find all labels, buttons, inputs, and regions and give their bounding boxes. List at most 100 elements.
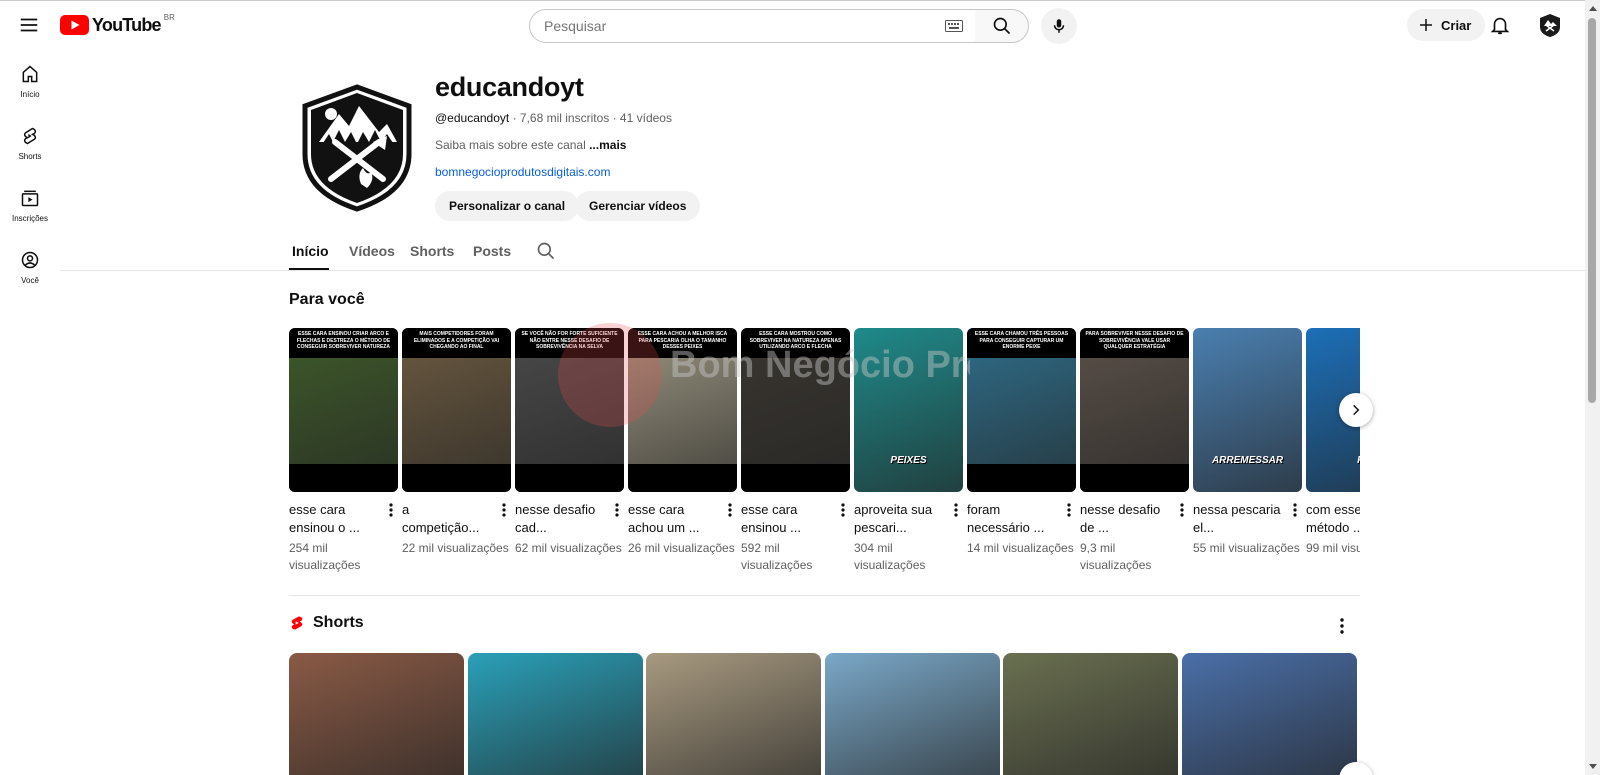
video-thumbnail[interactable]: esse cara achou a melhor isca para pesca… — [628, 328, 737, 492]
voice-search-button[interactable] — [1041, 8, 1077, 44]
channel-search-icon[interactable] — [536, 241, 556, 261]
youtube-logo[interactable]: YouTube BR — [60, 13, 175, 36]
video-title[interactable]: esse cara ensinou o ... — [289, 501, 377, 537]
video-title[interactable]: nessa pescaria el... — [1193, 501, 1281, 537]
account-avatar[interactable] — [1537, 12, 1563, 38]
video-card[interactable]: esse cara chamou três pessoas para conse… — [967, 328, 1076, 557]
video-card[interactable]: mais competidores foram eliminados e a c… — [402, 328, 511, 557]
thumbnail-caption: esse cara chamou três pessoas para conse… — [974, 331, 1069, 350]
tab-videos[interactable]: Vídeos — [349, 243, 395, 259]
view-count: 26 mil visualizações — [628, 541, 735, 555]
short-thumbnail[interactable] — [1181, 653, 1357, 775]
short-thumbnail[interactable] — [824, 653, 1000, 775]
customize-channel-button[interactable]: Personalizar o canal — [435, 191, 580, 221]
more-actions-icon[interactable] — [612, 502, 622, 518]
more-link[interactable]: ...mais — [589, 138, 626, 152]
caption-band — [402, 464, 511, 492]
more-actions-icon[interactable] — [1290, 502, 1300, 518]
channel-website-link[interactable]: bomnegocioprodutosdigitais.com — [435, 165, 610, 179]
short-thumbnail[interactable] — [1003, 653, 1178, 775]
video-card[interactable]: PEIXES aproveita sua pescari... 304 mil … — [854, 328, 963, 574]
more-actions-icon[interactable] — [1177, 502, 1187, 518]
short-thumbnail[interactable] — [646, 653, 821, 775]
sidebar-item-shorts[interactable]: Shorts — [0, 118, 60, 180]
home-icon — [22, 65, 38, 83]
tab-posts[interactable]: Posts — [473, 243, 511, 259]
video-thumbnail[interactable]: esse cara chamou três pessoas para conse… — [967, 328, 1076, 492]
video-thumbnail[interactable]: PEIXES — [854, 328, 963, 492]
search-input[interactable] — [544, 18, 945, 34]
video-card[interactable]: esse cara mostrou como sobreviver na nat… — [741, 328, 850, 574]
caption-band — [741, 464, 850, 492]
scrollbar-thumb[interactable] — [1588, 18, 1596, 403]
channel-tabs: Início Vídeos Shorts Posts — [60, 236, 1585, 271]
create-label: Criar — [1441, 17, 1472, 33]
more-actions-icon[interactable] — [725, 502, 735, 518]
more-actions-icon[interactable] — [951, 502, 961, 518]
video-title[interactable]: foram necessário ... — [967, 501, 1055, 537]
channel-avatar[interactable] — [301, 84, 413, 212]
create-button[interactable]: Criar — [1407, 9, 1486, 41]
page-scrollbar[interactable] — [1585, 0, 1600, 775]
video-thumbnail[interactable]: esse cara mostrou como sobreviver na nat… — [741, 328, 850, 492]
youtube-play-icon — [60, 15, 89, 35]
tab-shorts[interactable]: Shorts — [410, 243, 454, 259]
channel-name: educandoyt — [435, 72, 584, 102]
video-title[interactable]: a competição... — [402, 501, 490, 537]
keyboard-icon[interactable] — [945, 20, 963, 32]
sidebar-item-you[interactable]: Você — [0, 242, 60, 304]
video-card[interactable]: ARREMESSAR nessa pescaria el... 55 mil v… — [1193, 328, 1302, 557]
thumbnail-big-caption: PEIXES — [890, 455, 927, 466]
sidebar-item-label: Shorts — [18, 152, 42, 161]
top-bar: YouTube BR Criar — [0, 0, 1585, 48]
more-actions-icon[interactable] — [499, 502, 509, 518]
view-count: 9,3 mil visualizações — [1080, 541, 1152, 572]
manage-videos-button[interactable]: Gerenciar vídeos — [575, 191, 701, 221]
scroll-up-arrow[interactable] — [1589, 6, 1597, 11]
sidebar-item-label: Você — [21, 276, 39, 285]
sidebar-item-home[interactable]: Início — [0, 56, 60, 118]
video-card[interactable]: esse cara achou a melhor isca para pesca… — [628, 328, 737, 557]
sidebar: Início Shorts Inscrições Você — [0, 56, 60, 304]
channel-handle: @educandoyt — [435, 111, 510, 125]
view-count: 14 mil visualizações — [967, 541, 1074, 555]
carousel-next-button[interactable] — [1339, 393, 1373, 427]
video-thumbnail[interactable]: mais competidores foram eliminados e a c… — [402, 328, 511, 492]
plus-icon — [1420, 19, 1432, 31]
channel-description[interactable]: Saiba mais sobre este canal ...mais — [435, 138, 626, 152]
view-count: 55 mil visualizações — [1193, 541, 1300, 555]
short-thumbnail[interactable] — [467, 653, 643, 775]
video-title[interactable]: nesse desafio de ... — [1080, 501, 1168, 537]
video-card[interactable]: esse cara ensinou criar arco e flechas e… — [289, 328, 398, 574]
view-count: 22 mil visualizações — [402, 541, 509, 555]
video-thumbnail[interactable]: se você não for forte suficiente não ent… — [515, 328, 624, 492]
sidebar-item-subscriptions[interactable]: Inscrições — [0, 180, 60, 242]
thumbnail-caption: se você não for forte suficiente não ent… — [521, 331, 618, 350]
video-thumbnail[interactable]: para sobreviver nesse desafio de sobrevi… — [1080, 328, 1189, 492]
video-card[interactable]: se você não for forte suficiente não ent… — [515, 328, 624, 557]
shorts-heading: Shorts — [289, 614, 364, 632]
search-icon — [993, 17, 1010, 35]
more-actions-icon[interactable] — [1064, 502, 1074, 518]
video-thumbnail[interactable]: esse cara ensinou criar arco e flechas e… — [289, 328, 398, 492]
short-thumbnail[interactable] — [289, 653, 464, 775]
more-actions-icon[interactable] — [838, 502, 848, 518]
video-card[interactable]: para sobreviver nesse desafio de sobrevi… — [1080, 328, 1189, 574]
notifications-bell-icon[interactable] — [1489, 14, 1511, 36]
video-thumbnail[interactable]: ARREMESSAR — [1193, 328, 1302, 492]
search-button[interactable] — [975, 9, 1029, 43]
shorts-more-icon[interactable] — [1339, 617, 1345, 635]
you-icon — [21, 251, 39, 269]
caption-band — [967, 464, 1076, 492]
tab-home[interactable]: Início — [292, 243, 329, 259]
section-divider — [289, 595, 1360, 596]
video-title[interactable]: esse cara ensinou ... — [741, 501, 829, 537]
scroll-down-arrow[interactable] — [1589, 764, 1597, 769]
caption-band — [1080, 464, 1189, 492]
subscriptions-icon — [21, 190, 39, 207]
video-title[interactable]: nesse desafio cad... — [515, 501, 603, 537]
more-actions-icon[interactable] — [386, 502, 396, 518]
menu-icon[interactable] — [18, 14, 40, 36]
video-title[interactable]: esse cara achou um ... — [628, 501, 716, 537]
video-title[interactable]: aproveita sua pescari... — [854, 501, 942, 537]
